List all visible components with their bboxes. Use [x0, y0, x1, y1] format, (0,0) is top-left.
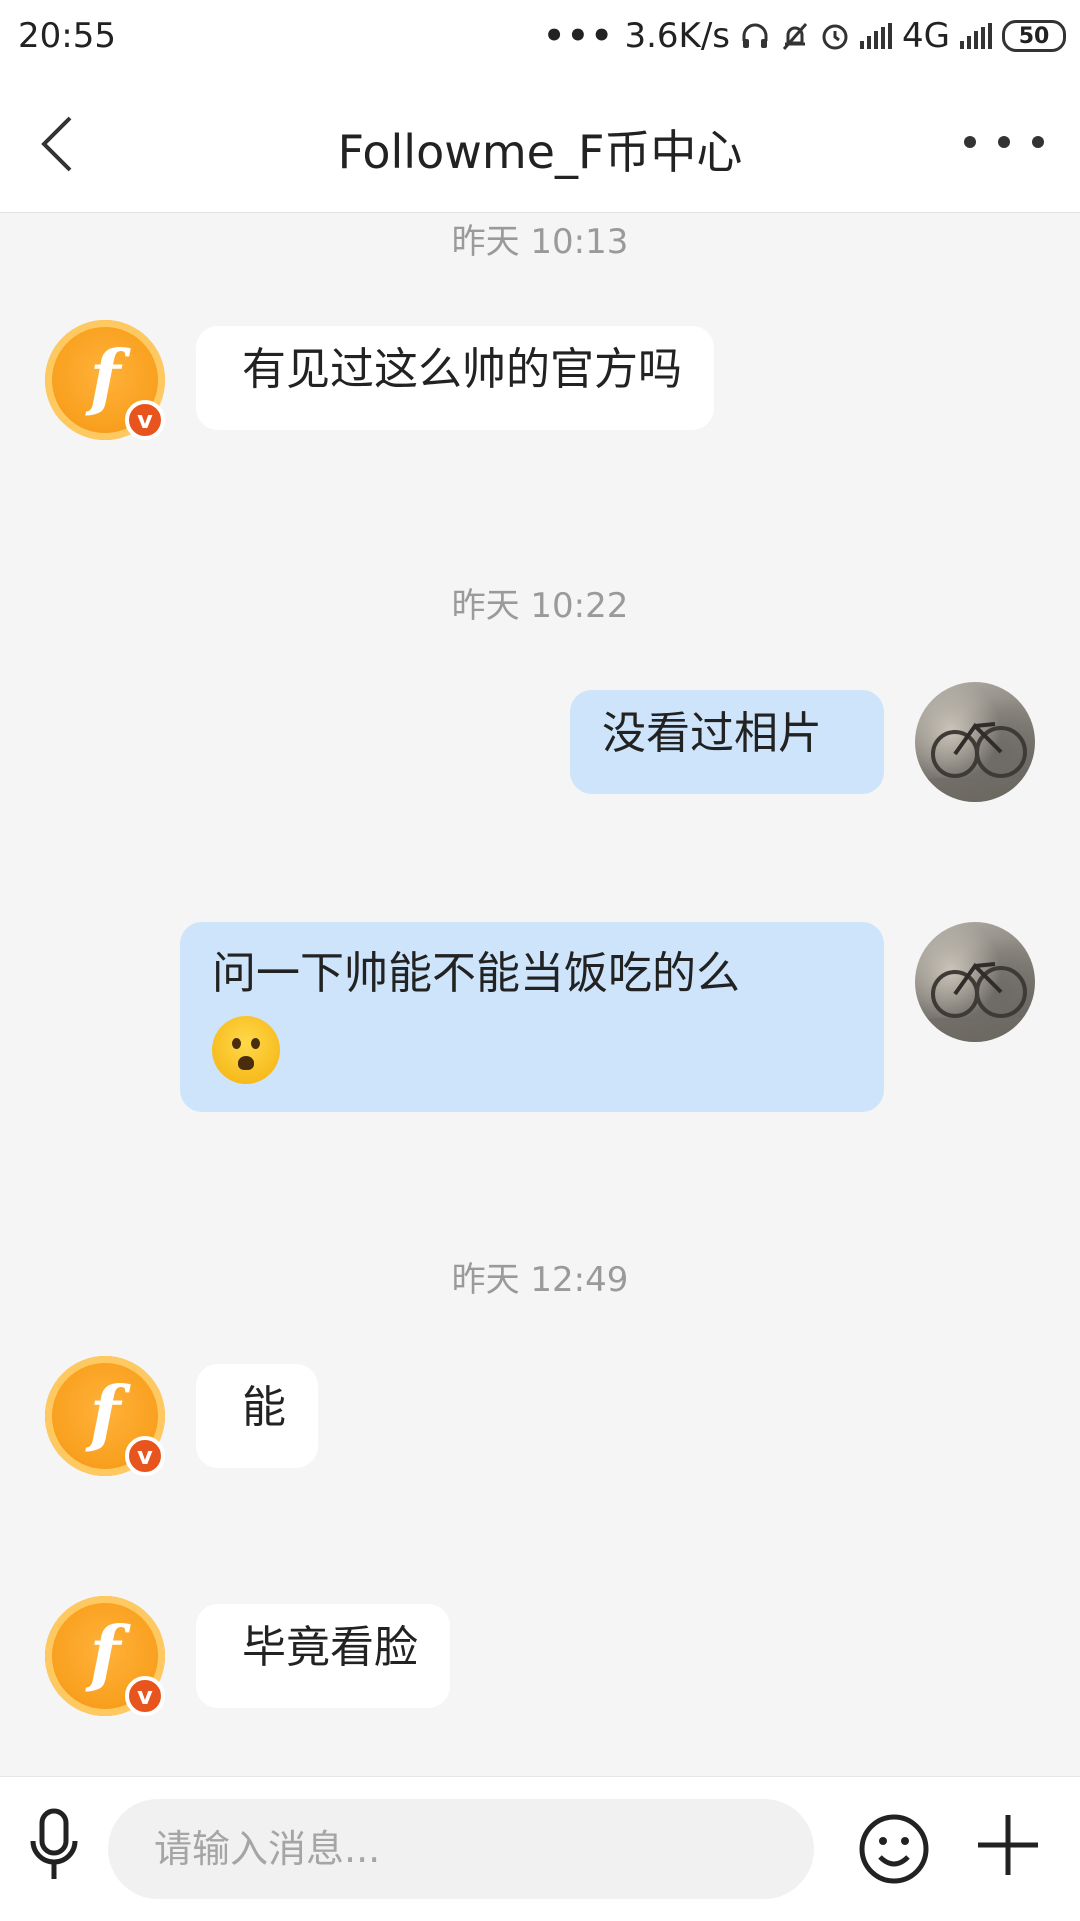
outgoing-message-bubble[interactable]: 没看过相片 — [570, 690, 884, 794]
message-input[interactable] — [108, 1799, 814, 1899]
official-avatar[interactable]: f v — [45, 1596, 165, 1716]
mute-bell-icon — [782, 23, 808, 50]
message-text: 毕竟看脸 — [242, 1622, 418, 1673]
input-bar — [0, 1776, 1080, 1921]
signal-icon-2 — [960, 23, 992, 49]
user-avatar[interactable] — [915, 682, 1035, 802]
message-text: 没看过相片 — [602, 708, 822, 759]
verified-badge-icon: v — [125, 1436, 165, 1476]
outgoing-message-bubble[interactable]: 问一下帅能不能当饭吃的么 — [180, 922, 884, 1112]
microphone-icon[interactable] — [28, 1807, 80, 1883]
headphone-icon — [742, 23, 768, 48]
status-bar: 20:55 ••• 3.6K/s 4G 50 — [0, 0, 1080, 78]
page-title: Followme_F币中心 — [337, 125, 743, 179]
network-type: 4G — [902, 16, 950, 56]
bicycle-photo — [915, 722, 1035, 802]
alarm-icon — [822, 24, 848, 50]
official-avatar[interactable]: f v — [45, 320, 165, 440]
frowning-face-emoji-icon — [212, 1016, 280, 1084]
message-timestamp: 昨天 10:13 — [451, 222, 629, 262]
message-text: 能 — [242, 1382, 286, 1433]
incoming-message-bubble[interactable]: 有见过这么帅的官方吗 — [196, 326, 714, 430]
emoji-smile-icon[interactable] — [858, 1813, 930, 1885]
chat-header: Followme_F币中心 — [0, 78, 1080, 213]
more-dots: ••• — [543, 16, 615, 56]
incoming-message-bubble[interactable]: 能 — [196, 1364, 318, 1468]
message-text: 有见过这么帅的官方吗 — [242, 344, 682, 395]
message-text: 问一下帅能不能当饭吃的么 — [212, 948, 740, 999]
bicycle-photo — [915, 962, 1035, 1042]
official-avatar[interactable]: f v — [45, 1356, 165, 1476]
incoming-message-bubble[interactable]: 毕竟看脸 — [196, 1604, 450, 1708]
message-timestamp: 昨天 12:49 — [451, 1260, 629, 1300]
message-timestamp: 昨天 10:22 — [451, 586, 629, 626]
plus-icon[interactable] — [976, 1813, 1040, 1877]
signal-icon — [860, 23, 893, 49]
verified-badge-icon: v — [125, 1676, 165, 1716]
verified-badge-icon: v — [125, 400, 165, 440]
user-avatar[interactable] — [915, 922, 1035, 1042]
network-speed: 3.6K/s — [624, 16, 731, 56]
more-options-icon[interactable] — [964, 136, 1044, 148]
battery-icon: 50 — [1002, 20, 1066, 52]
status-time: 20:55 — [18, 16, 116, 56]
